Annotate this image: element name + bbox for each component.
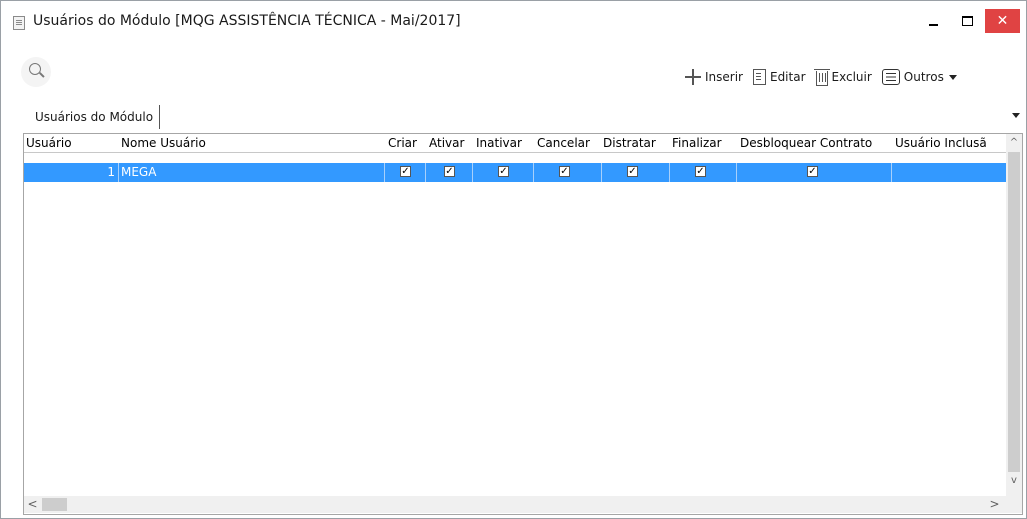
window-title: Usuários do Módulo [MQG ASSISTÊNCIA TÉCN…: [33, 13, 461, 29]
cell-usuario: 1: [24, 163, 119, 182]
checkbox-ativar[interactable]: ✓: [444, 166, 455, 177]
tab-usuarios-do-modulo[interactable]: Usuários do Módulo: [29, 105, 161, 129]
list-icon: [881, 69, 900, 85]
column-header-desbloquear-contrato[interactable]: Desbloquear Contrato: [740, 134, 894, 152]
column-header-ativar[interactable]: Ativar: [429, 134, 473, 152]
maximize-button[interactable]: [950, 7, 984, 35]
checkbox-finalizar[interactable]: ✓: [695, 166, 706, 177]
scroll-right-icon[interactable]: >: [986, 496, 1003, 513]
trash-icon: [813, 68, 830, 86]
chevron-down-icon: [948, 74, 957, 80]
scroll-down-icon[interactable]: v: [1006, 472, 1022, 489]
users-grid: Usuário Nome Usuário Criar Ativar Inativ…: [23, 133, 1023, 515]
minimize-icon: [928, 24, 938, 26]
column-header-finalizar[interactable]: Finalizar: [672, 134, 738, 152]
column-header-cancelar[interactable]: Cancelar: [537, 134, 603, 152]
cell-finalizar: ✓: [670, 163, 737, 182]
cell-usuario-inclusao: [892, 163, 1006, 182]
delete-button[interactable]: Excluir: [813, 68, 872, 86]
delete-label: Excluir: [831, 70, 872, 84]
column-header-usuario-inclusao[interactable]: Usuário Inclusã: [895, 134, 1003, 152]
column-header-distratar[interactable]: Distratar: [603, 134, 670, 152]
others-label: Outros: [903, 70, 944, 84]
scroll-corner: [1006, 496, 1022, 513]
insert-label: Inserir: [705, 70, 743, 84]
cell-desbloquear-contrato: ✓: [737, 163, 892, 182]
window-icon: [13, 16, 25, 30]
column-header-criar[interactable]: Criar: [388, 134, 426, 152]
title-bar: Usuários do Módulo [MQG ASSISTÊNCIA TÉCN…: [1, 1, 1026, 43]
minimize-button[interactable]: [916, 7, 950, 35]
maximize-icon: [961, 16, 973, 26]
close-button[interactable]: ✕: [985, 9, 1020, 33]
others-menu-button[interactable]: Outros: [881, 69, 957, 85]
scroll-left-icon[interactable]: <: [24, 496, 41, 513]
checkbox-desbloquear-contrato[interactable]: ✓: [807, 166, 818, 177]
column-header-inativar[interactable]: Inativar: [476, 134, 534, 152]
checkbox-inativar[interactable]: ✓: [498, 166, 509, 177]
cell-distratar: ✓: [602, 163, 670, 182]
edit-label: Editar: [769, 70, 806, 84]
edit-icon: [752, 69, 766, 85]
checkbox-criar[interactable]: ✓: [400, 166, 411, 177]
vertical-scroll-thumb[interactable]: [1008, 152, 1020, 472]
horizontal-scrollbar[interactable]: < >: [24, 496, 1006, 513]
module-users-window: Usuários do Módulo [MQG ASSISTÊNCIA TÉCN…: [0, 0, 1027, 519]
insert-button[interactable]: Inserir: [685, 69, 743, 85]
column-header-usuario[interactable]: Usuário: [26, 134, 116, 152]
plus-icon: [685, 69, 701, 85]
tab-strip: Usuários do Módulo: [29, 105, 161, 129]
cell-cancelar: ✓: [534, 163, 602, 182]
grid-header: Usuário Nome Usuário Criar Ativar Inativ…: [24, 134, 1006, 153]
cell-inativar: ✓: [473, 163, 534, 182]
cell-criar: ✓: [385, 163, 426, 182]
checkbox-cancelar[interactable]: ✓: [559, 166, 570, 177]
cell-nome-usuario: MEGA: [119, 163, 385, 182]
checkbox-distratar[interactable]: ✓: [627, 166, 638, 177]
tabs-dropdown-icon[interactable]: [1012, 113, 1020, 118]
vertical-scrollbar[interactable]: ^ v: [1006, 134, 1022, 496]
search-button[interactable]: [21, 57, 51, 87]
table-row[interactable]: 1 MEGA ✓ ✓ ✓ ✓ ✓ ✓ ✓: [24, 163, 1006, 182]
scroll-up-icon[interactable]: ^: [1006, 134, 1022, 151]
horizontal-scroll-thumb[interactable]: [42, 498, 67, 511]
cell-ativar: ✓: [426, 163, 473, 182]
action-toolbar: Inserir Editar Excluir Outros: [685, 67, 967, 87]
edit-button[interactable]: Editar: [752, 69, 806, 85]
column-header-nome-usuario[interactable]: Nome Usuário: [121, 134, 381, 152]
